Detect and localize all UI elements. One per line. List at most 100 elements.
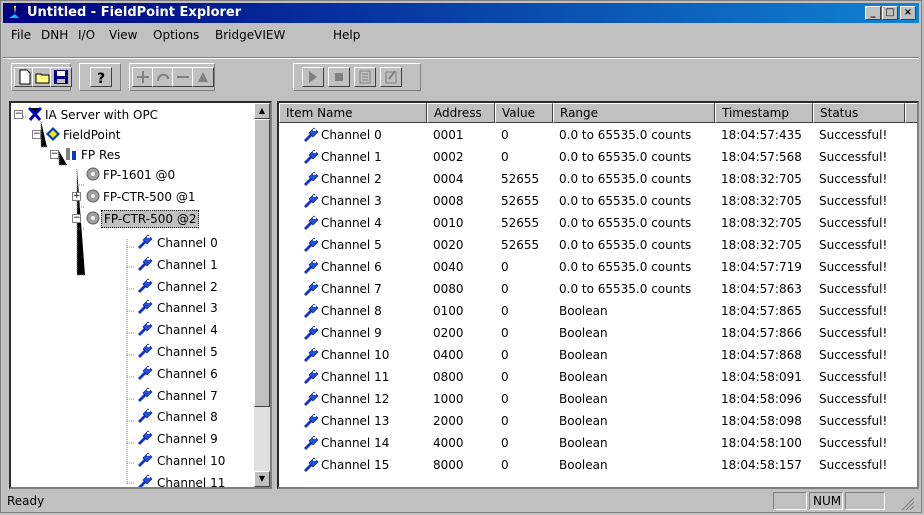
table-row[interactable]: Channel 13 2000 0 Boolean 18:04:58:098 Succes… [279, 411, 917, 433]
remove-icon [177, 76, 189, 78]
menu-io[interactable]: I/O [78, 28, 95, 42]
row-icon [303, 127, 319, 146]
menu-bridgeview[interactable]: BridgeVIEW [215, 28, 285, 42]
channel-icon-wrap [137, 321, 153, 337]
cell-status: Successful! [819, 436, 888, 450]
table-row[interactable]: Channel 8 0100 0 Boolean 18:04:57:865 Success… [279, 301, 917, 323]
column-header-range[interactable]: Range [553, 103, 715, 123]
undo-icon [157, 73, 169, 82]
tree-scrollbar[interactable]: ▲ ▼ [254, 103, 270, 487]
add-button[interactable] [132, 67, 154, 87]
table-row[interactable]: Channel 1 0002 0 0.0 to 65535.0 counts 18:04… [279, 147, 917, 169]
cell-range: Boolean [559, 414, 608, 428]
table-row[interactable]: Channel 9 0200 0 Boolean 18:04:57:866 Success… [279, 323, 917, 345]
title-bar[interactable]: Untitled - FieldPoint Explorer _ □ × [3, 3, 919, 23]
tree-label-channel: Channel 2 [157, 279, 218, 294]
cell-address: 0001 [433, 128, 464, 142]
scroll-down-button[interactable]: ▼ [254, 471, 270, 487]
cell-value: 0 [501, 304, 509, 318]
list-icon [359, 70, 371, 84]
cell-status: Successful! [819, 128, 888, 142]
cell-address: 2000 [433, 414, 464, 428]
table-row[interactable]: Channel 12 1000 0 Boolean 18:04:58:096 Succes… [279, 389, 917, 411]
collapse-toggle[interactable]: − [32, 130, 41, 139]
expand-toggle[interactable]: + [72, 192, 81, 201]
cell-item-name: Channel 13 [321, 414, 390, 428]
device-tree[interactable]: − IA Server with OPC − FieldPoint − FP R… [9, 101, 272, 489]
table-row[interactable]: Channel 5 0020 52655 0.0 to 65535.0 counts 1… [279, 235, 917, 257]
tree-label-channel: Channel 5 [157, 345, 218, 359]
menu-help[interactable]: Help [333, 28, 360, 42]
collapse-toggle[interactable]: − [72, 214, 81, 223]
cell-status: Successful! [819, 304, 888, 318]
channel-icon [138, 343, 153, 358]
resize-grip-icon[interactable] [901, 497, 915, 511]
close-button[interactable]: × [900, 6, 916, 20]
server-icon [27, 106, 43, 121]
row-icon [303, 457, 319, 476]
channel-icon [304, 149, 319, 164]
collapse-toggle[interactable]: − [50, 150, 59, 159]
help-button[interactable]: ? [90, 67, 112, 87]
channel-list-view[interactable]: Item Name Address Value Range Timestamp … [277, 101, 919, 489]
column-header-value[interactable]: Value [495, 103, 553, 123]
edit-button[interactable] [380, 67, 402, 87]
menu-file[interactable]: File [11, 28, 31, 42]
channel-icon [304, 391, 319, 406]
menu-options[interactable]: Options [153, 28, 199, 42]
menu-dnh[interactable]: DNH [41, 28, 68, 42]
table-row[interactable]: Channel 11 0800 0 Boolean 18:04:58:091 Succes… [279, 367, 917, 389]
svg-text:?: ? [97, 71, 105, 85]
cell-status: Successful! [819, 216, 888, 230]
cell-status: Successful! [819, 392, 888, 406]
menu-view[interactable]: View [109, 28, 137, 42]
row-icon [303, 325, 319, 344]
table-row[interactable]: Channel 0 0001 0 0.0 to 65535.0 counts 18:04… [279, 125, 917, 147]
table-row[interactable]: Channel 6 0040 0 0.0 to 65535.0 counts 18:04… [279, 257, 917, 279]
up-button[interactable] [192, 67, 214, 87]
undo-button[interactable] [152, 67, 174, 87]
cell-item-name: Channel 11 [321, 370, 390, 384]
cell-address: 0004 [433, 172, 464, 186]
collapse-toggle[interactable]: − [14, 110, 23, 119]
table-row[interactable]: Channel 4 0010 52655 0.0 to 65535.0 counts 1… [279, 213, 917, 235]
channel-icon [304, 281, 319, 296]
column-header-item-name[interactable]: Item Name [279, 103, 427, 123]
scroll-up-button[interactable]: ▲ [254, 103, 270, 119]
table-row[interactable]: Channel 7 0080 0 0.0 to 65535.0 counts 18:04… [279, 279, 917, 301]
cell-item-name: Channel 12 [321, 392, 390, 406]
tree-label-channel: Channel 7 [157, 388, 218, 403]
minimize-button[interactable]: _ [865, 6, 881, 20]
stop-icon [335, 73, 343, 81]
cell-timestamp: 18:04:57:719 [721, 260, 802, 274]
scroll-thumb[interactable] [254, 119, 270, 407]
table-row[interactable]: Channel 10 0400 0 Boolean 18:04:57:868 Succes… [279, 345, 917, 367]
cell-value: 52655 [501, 238, 540, 252]
table-row[interactable]: Channel 15 8000 0 Boolean 18:04:58:157 Succes… [279, 455, 917, 477]
cell-item-name: Channel 7 [321, 282, 382, 296]
column-header-status[interactable]: Status [813, 103, 905, 123]
channel-icon [138, 256, 153, 271]
edit-icon [385, 70, 397, 84]
list-button[interactable] [354, 67, 376, 87]
remove-button[interactable] [172, 67, 194, 87]
channel-icon-wrap [137, 452, 153, 468]
table-row[interactable]: Channel 3 0008 52655 0.0 to 65535.0 counts 1… [279, 191, 917, 213]
table-row[interactable]: Channel 14 4000 0 Boolean 18:04:58:100 Succes… [279, 433, 917, 455]
tree-label-server: IA Server with OPC [45, 108, 159, 122]
cell-timestamp: 18:08:32:705 [721, 216, 802, 230]
maximize-button[interactable]: □ [882, 6, 898, 20]
cell-range: Boolean [559, 458, 608, 472]
stop-button[interactable] [328, 67, 350, 87]
run-button[interactable] [302, 67, 324, 87]
row-icon [303, 259, 319, 278]
channel-icon [304, 325, 319, 340]
table-row[interactable]: Channel 2 0004 52655 0.0 to 65535.0 counts 1… [279, 169, 917, 191]
tree-label-channel: Channel 0 [157, 236, 218, 250]
cell-timestamp: 18:08:32:705 [721, 194, 802, 208]
column-header-address[interactable]: Address [427, 103, 495, 123]
channel-icon [304, 369, 319, 384]
save-button[interactable] [50, 67, 72, 87]
channel-icon [304, 303, 319, 318]
column-header-timestamp[interactable]: Timestamp [715, 103, 813, 123]
